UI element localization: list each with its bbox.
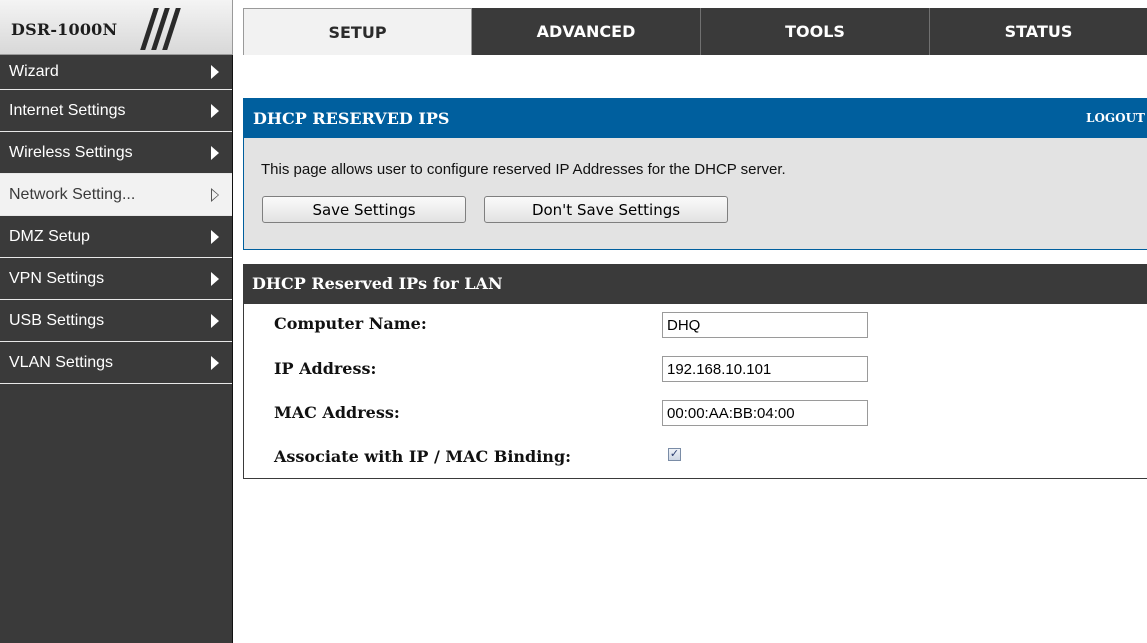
- lan-section-header: DHCP Reserved IPs for LAN: [243, 264, 1147, 304]
- sidebar-item-dmz-setup[interactable]: DMZ Setup: [0, 216, 232, 258]
- sidebar-item-label: VLAN Settings: [9, 353, 114, 371]
- chevron-right-icon: [211, 271, 219, 286]
- info-panel: This page allows user to configure reser…: [243, 138, 1147, 250]
- tab-setup[interactable]: SETUP: [243, 8, 472, 55]
- chevron-right-icon: [211, 355, 219, 370]
- chevron-right-icon: [211, 65, 219, 79]
- tab-status-label: STATUS: [1004, 22, 1073, 41]
- chevron-right-icon: [211, 145, 219, 160]
- top-bar: DSR-1000N SETUP ADVANCED TOOLS STATUS: [0, 0, 1147, 55]
- ip-mac-binding-label: Associate with IP / MAC Binding:: [274, 447, 572, 466]
- sidebar: Wizard Internet Settings Wireless Settin…: [0, 55, 233, 643]
- panel-header: DHCP RESERVED IPS LOGOUT: [243, 98, 1147, 138]
- model-name: DSR-1000N: [11, 20, 118, 39]
- logo-stripes-icon: [140, 8, 181, 50]
- page-title: DHCP RESERVED IPS: [253, 109, 450, 128]
- chevron-right-icon: [211, 229, 219, 244]
- lan-section-title: DHCP Reserved IPs for LAN: [252, 274, 503, 293]
- chevron-right-icon: [211, 313, 219, 328]
- sidebar-item-label: Wizard: [9, 63, 59, 80]
- computer-name-label: Computer Name:: [274, 314, 427, 333]
- sidebar-item-label: Network Setting...: [9, 185, 136, 203]
- main-nav: SETUP ADVANCED TOOLS STATUS: [243, 8, 1147, 55]
- sidebar-item-label: VPN Settings: [9, 269, 105, 287]
- sidebar-item-label: Wireless Settings: [9, 143, 133, 161]
- tab-advanced-label: ADVANCED: [536, 22, 636, 41]
- dont-save-settings-button[interactable]: Don't Save Settings: [484, 196, 728, 223]
- sidebar-item-label: DMZ Setup: [9, 227, 90, 245]
- save-settings-button[interactable]: Save Settings: [262, 196, 466, 223]
- sidebar-item-internet-settings[interactable]: Internet Settings: [0, 90, 232, 132]
- logout-link[interactable]: LOGOUT: [1086, 111, 1145, 125]
- sidebar-item-usb-settings[interactable]: USB Settings: [0, 300, 232, 342]
- tab-tools[interactable]: TOOLS: [701, 8, 930, 55]
- sidebar-item-label: Internet Settings: [9, 101, 126, 119]
- sidebar-item-wireless-settings[interactable]: Wireless Settings: [0, 132, 232, 174]
- ip-address-label: IP Address:: [274, 359, 377, 378]
- chevron-right-outline-icon: [211, 187, 219, 202]
- tab-setup-label: SETUP: [328, 22, 387, 42]
- mac-address-input[interactable]: [662, 400, 868, 426]
- sidebar-item-vlan-settings[interactable]: VLAN Settings: [0, 342, 232, 384]
- sidebar-item-label: USB Settings: [9, 311, 105, 329]
- tab-tools-label: TOOLS: [785, 22, 845, 41]
- tab-status[interactable]: STATUS: [930, 8, 1147, 55]
- page-description: This page allows user to configure reser…: [261, 161, 786, 178]
- ip-address-input[interactable]: [662, 356, 868, 382]
- computer-name-input[interactable]: [662, 312, 868, 338]
- lan-form: Computer Name: IP Address: MAC Address: …: [243, 304, 1147, 479]
- checkmark-icon: ✓: [669, 448, 680, 460]
- mac-address-label: MAC Address:: [274, 403, 400, 422]
- ip-mac-binding-checkbox[interactable]: ✓: [668, 448, 681, 461]
- sidebar-item-network-settings[interactable]: Network Setting...: [0, 174, 232, 216]
- tab-advanced[interactable]: ADVANCED: [472, 8, 701, 55]
- product-logo: DSR-1000N: [0, 0, 233, 55]
- sidebar-item-wizard[interactable]: Wizard: [0, 55, 232, 90]
- chevron-right-icon: [211, 103, 219, 118]
- sidebar-item-vpn-settings[interactable]: VPN Settings: [0, 258, 232, 300]
